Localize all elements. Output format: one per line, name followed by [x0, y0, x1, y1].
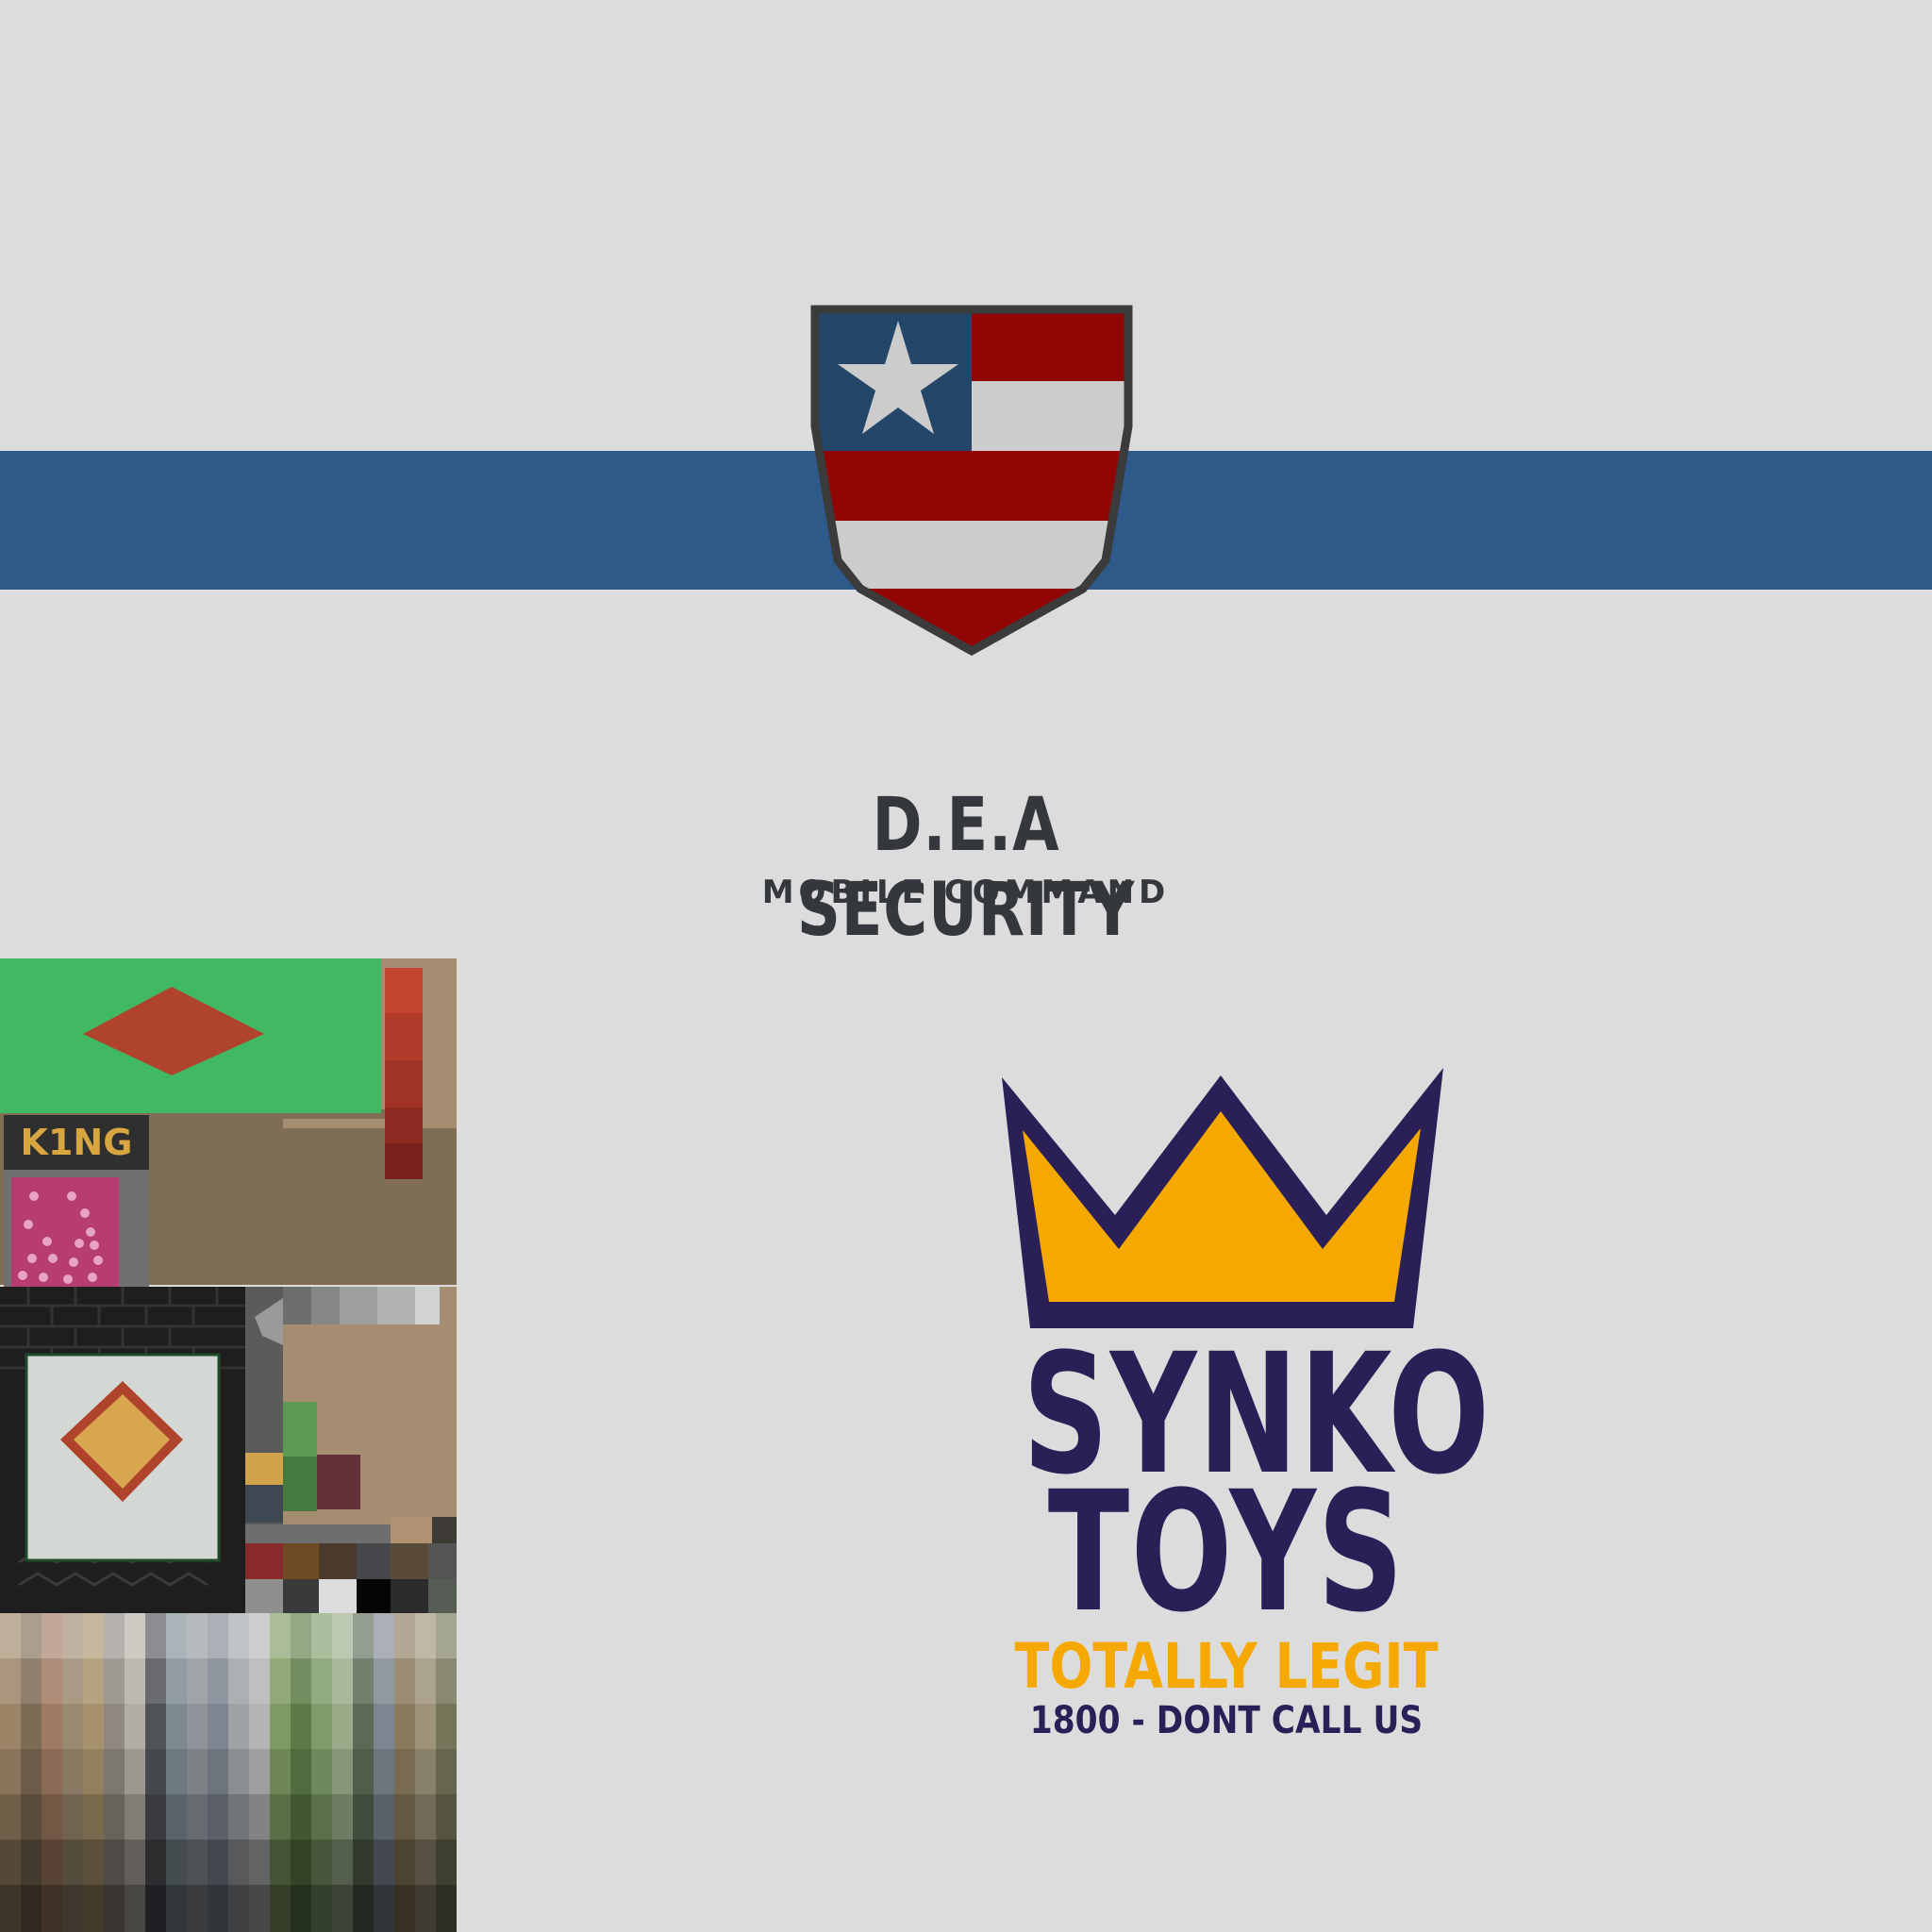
- color-palette: [0, 1613, 457, 1932]
- king-label: K1NG: [20, 1122, 133, 1163]
- shield-flag-icon: [810, 305, 1133, 657]
- dea-title: D.E.A SECURITY: [796, 783, 1136, 953]
- texture-atlas: [0, 958, 457, 1932]
- crown-icon: [1002, 1068, 1443, 1328]
- pink-panel: [11, 1177, 119, 1287]
- synko-phone: 1800 - DONT CALL US: [1029, 1699, 1424, 1742]
- synko-tagline: TOTALLY LEGIT: [1014, 1630, 1439, 1703]
- dea-subtitle: MOBILE COMMAND: [761, 874, 1171, 911]
- synko-line2: TOYS: [1047, 1456, 1406, 1649]
